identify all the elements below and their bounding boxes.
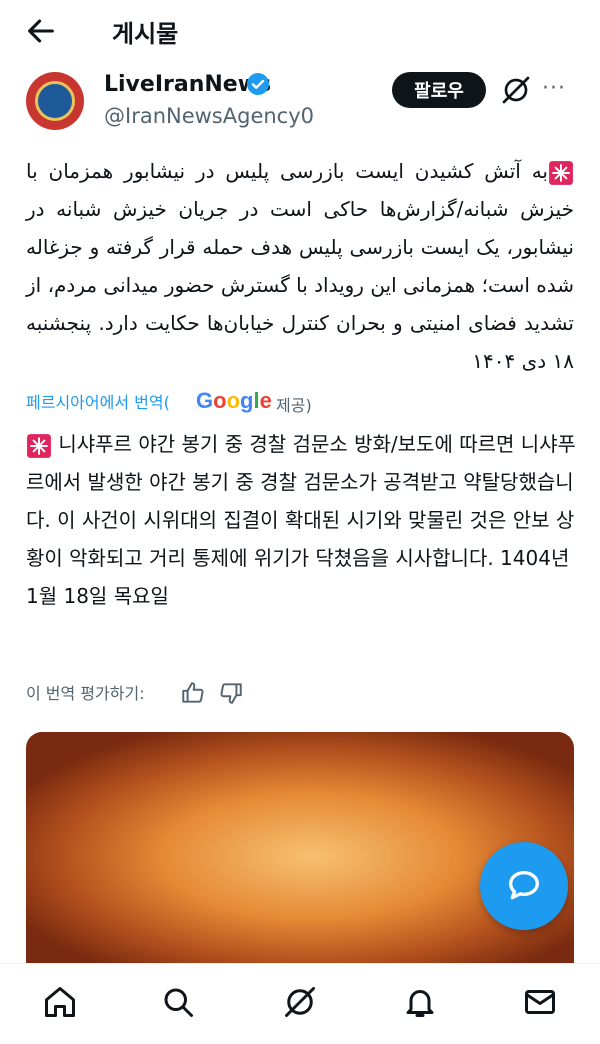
mail-icon[interactable]: [522, 984, 558, 1020]
page-title: 게시물: [112, 20, 179, 48]
grok-icon[interactable]: [282, 984, 318, 1020]
persian-text: به آتش کشیدن ایست بازرسی پلیس در نیشابور…: [26, 159, 574, 373]
avatar-logo: [35, 81, 75, 121]
thumbs-down-icon[interactable]: [218, 680, 244, 706]
rate-translation-label: 이 번역 평가하기:: [26, 684, 145, 703]
compose-button[interactable]: [480, 842, 568, 930]
more-options-icon[interactable]: ···: [542, 76, 566, 101]
top-bar: 게시물: [0, 0, 600, 62]
alarm-emoji-icon: [549, 160, 573, 185]
avatar[interactable]: [26, 72, 84, 130]
provided-label: 제공): [276, 396, 312, 415]
post-text-korean: 니샤푸르 야간 봉기 중 경찰 검문소 방화/보도에 따르면 니샤푸르에서 발생…: [26, 425, 576, 615]
home-icon[interactable]: [42, 984, 78, 1020]
bottom-nav: [0, 963, 600, 1044]
bell-icon[interactable]: [402, 984, 438, 1020]
thumbs-up-icon[interactable]: [180, 680, 206, 706]
verified-badge-icon: [247, 73, 269, 95]
chat-bubble-icon: [509, 871, 539, 900]
follow-button[interactable]: 팔로우: [392, 72, 486, 108]
author-handle[interactable]: @IranNewsAgency0: [104, 104, 314, 128]
alarm-emoji-icon: [27, 433, 51, 458]
korean-text: 니샤푸르 야간 봉기 중 경찰 검문소 방화/보도에 따르면 니샤푸르에서 발생…: [26, 432, 576, 608]
arrow-left-icon[interactable]: [24, 14, 58, 48]
translated-label: 페르시아어에서 번역(: [26, 393, 170, 412]
grok-icon[interactable]: [500, 74, 532, 106]
search-icon[interactable]: [160, 984, 196, 1020]
post-text-persian: به آتش کشیدن ایست بازرسی پلیس در نیشابور…: [26, 152, 574, 380]
google-logo: Google: [196, 388, 272, 413]
